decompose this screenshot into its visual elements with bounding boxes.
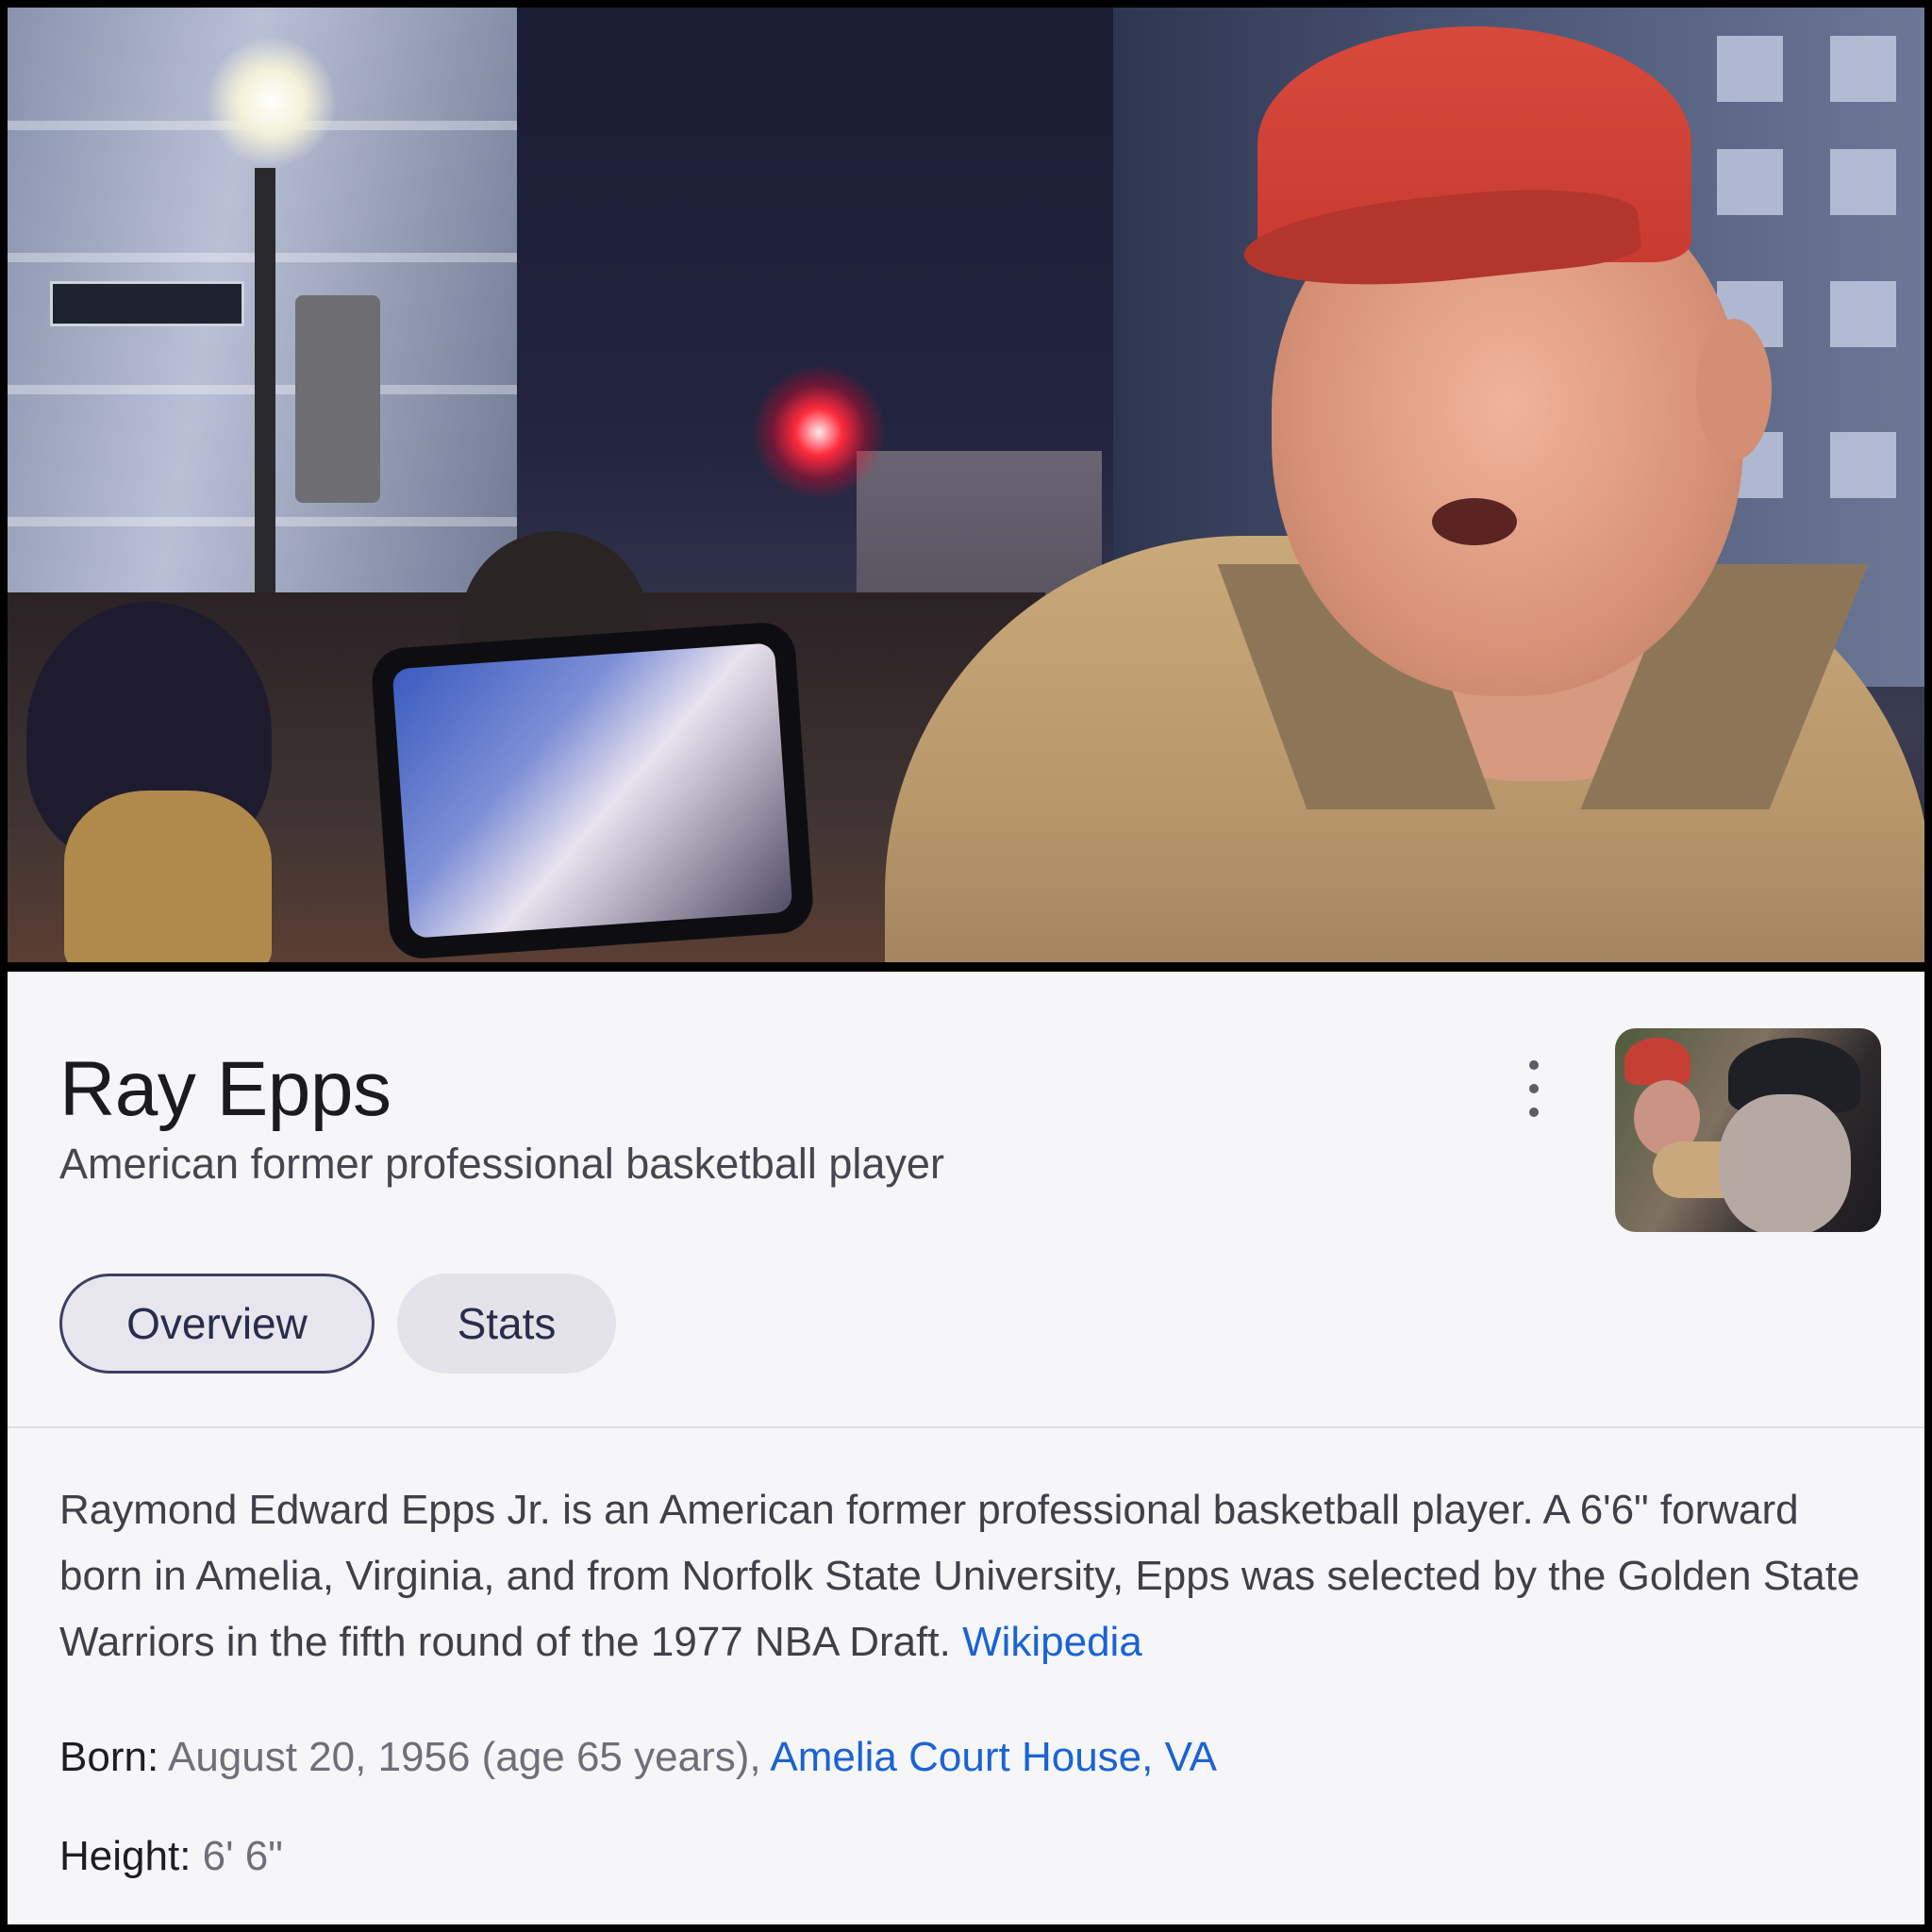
tab-overview[interactable]: Overview — [59, 1274, 375, 1374]
entity-thumbnail[interactable] — [1615, 1028, 1881, 1232]
street-lamp — [206, 36, 338, 168]
red-traffic-light — [753, 366, 885, 498]
traffic-light-box — [295, 295, 380, 503]
fact-born: Born: August 20, 1956 (age 65 years), Am… — [59, 1734, 1217, 1781]
fact-height: Height: 6' 6" — [59, 1833, 283, 1880]
fact-born-label: Born: — [59, 1734, 159, 1780]
tab-stats[interactable]: Stats — [397, 1274, 616, 1374]
fact-born-value: August 20, 1956 (age 65 years), — [167, 1734, 761, 1780]
divider — [8, 1426, 1924, 1428]
man-mouth — [1432, 498, 1517, 545]
screenshot-frame: Ray Epps American former professional ba… — [0, 0, 1932, 1932]
birthplace-link[interactable]: Amelia Court House, VA — [770, 1734, 1217, 1780]
entity-title: Ray Epps — [59, 1046, 391, 1132]
description-text: Raymond Edward Epps Jr. is an American f… — [59, 1487, 1860, 1665]
fact-height-label: Height: — [59, 1833, 192, 1879]
crowd-hair — [64, 791, 272, 962]
entity-subtitle: American former professional basketball … — [59, 1140, 944, 1188]
wikipedia-link[interactable]: Wikipedia — [962, 1619, 1142, 1665]
held-phone — [370, 620, 815, 961]
hero-photo — [8, 8, 1924, 962]
more-options-icon[interactable] — [1517, 1060, 1551, 1117]
fact-height-value: 6' 6" — [202, 1833, 283, 1879]
phone-screen — [391, 642, 793, 939]
knowledge-panel: Ray Epps American former professional ba… — [8, 972, 1924, 1924]
entity-description: Raymond Edward Epps Jr. is an American f… — [59, 1477, 1880, 1675]
man-ear — [1696, 319, 1772, 460]
street-sign — [50, 281, 244, 326]
